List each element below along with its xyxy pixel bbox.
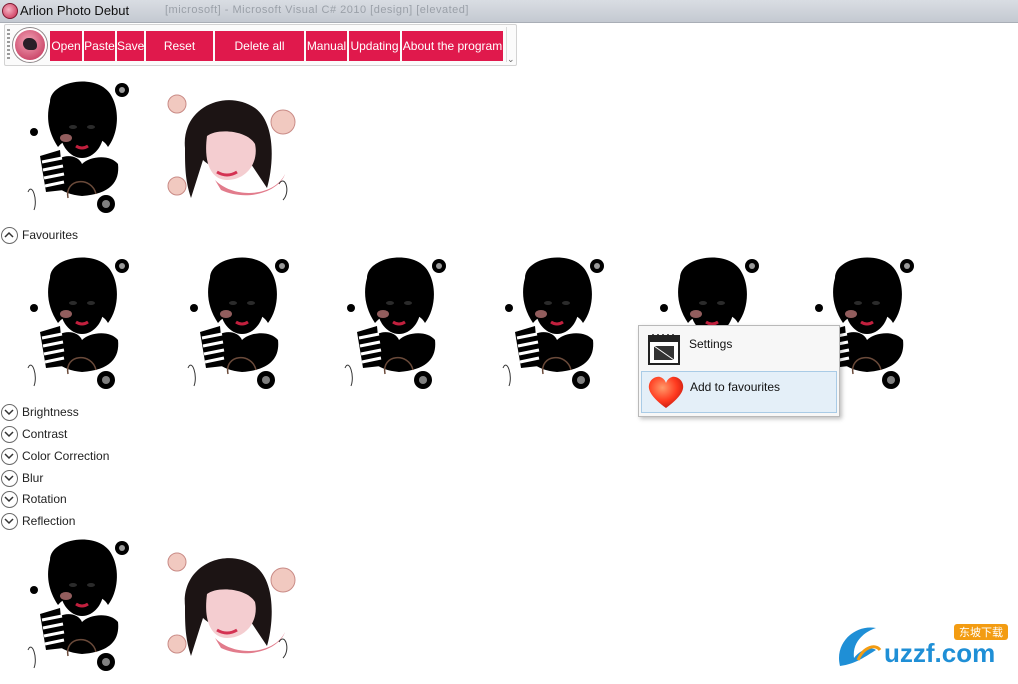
app-logo-icon: [13, 28, 47, 62]
toolbar-grip[interactable]: [7, 29, 10, 61]
section-favourites[interactable]: Favourites: [0, 226, 200, 246]
open-button[interactable]: Open: [50, 31, 82, 61]
chevron-down-icon[interactable]: [1, 470, 18, 487]
section-label: Contrast: [22, 427, 68, 441]
effect-thumbnail[interactable]: [20, 248, 148, 398]
section-label: Brightness: [22, 405, 79, 419]
section-label: Favourites: [22, 228, 79, 242]
toolbar: Open Paste Save Reset effects Delete all…: [4, 24, 517, 83]
app-icon: [2, 3, 18, 19]
chevron-down-icon[interactable]: [1, 491, 18, 508]
chevron-up-icon[interactable]: [1, 227, 18, 244]
effect-thumbnail[interactable]: [337, 248, 465, 398]
image-thumbnail[interactable]: [20, 72, 148, 222]
section-contrast[interactable]: Contrast: [0, 425, 200, 445]
section-label: Color Correction: [22, 449, 110, 463]
toolbar-overflow-chevron-icon[interactable]: [506, 27, 515, 65]
updating-button[interactable]: Updating: [349, 31, 400, 61]
manual-button[interactable]: Manual: [306, 31, 347, 61]
menu-item-label: Add to favourites: [690, 380, 781, 394]
chevron-down-icon[interactable]: [1, 404, 18, 421]
image-thumbnail[interactable]: [155, 546, 305, 666]
chevron-down-icon[interactable]: [1, 448, 18, 465]
section-color-correction[interactable]: Color Correction: [0, 447, 200, 467]
window-title-ghost: [microsoft] - Microsoft Visual C# 2010 […: [165, 4, 469, 16]
section-reflection[interactable]: Reflection: [0, 512, 200, 532]
effect-thumbnail[interactable]: [495, 248, 623, 398]
settings-icon: [646, 332, 682, 368]
menu-item-label: Settings: [689, 337, 733, 351]
chevron-down-icon[interactable]: [1, 513, 18, 530]
section-label: Reflection: [22, 514, 76, 528]
menu-item-settings[interactable]: Settings: [641, 329, 835, 369]
delete-all-images-button[interactable]: Delete all images: [215, 31, 304, 83]
image-thumbnail[interactable]: [20, 530, 148, 680]
window-title: Arlion Photo Debut: [20, 3, 130, 18]
chevron-down-icon[interactable]: [1, 426, 18, 443]
menu-item-add-to-favourites[interactable]: Add to favourites: [641, 371, 837, 413]
heart-icon: [647, 375, 684, 411]
watermark-brand: uzzf.com: [884, 638, 995, 668]
section-rotation[interactable]: Rotation: [0, 490, 200, 510]
effect-thumbnail[interactable]: [180, 248, 308, 398]
save-button[interactable]: Save: [117, 31, 144, 61]
section-label: Blur: [22, 471, 44, 485]
context-menu: Settings Add to favourites: [638, 325, 840, 417]
section-brightness[interactable]: Brightness: [0, 403, 200, 423]
section-label: Rotation: [22, 492, 67, 506]
reset-effects-button[interactable]: Reset effects: [146, 31, 213, 83]
image-thumbnail[interactable]: [155, 88, 305, 208]
about-program-button[interactable]: About the program: [402, 31, 503, 61]
title-bar: Arlion Photo Debut [microsoft] - Microso…: [0, 0, 1018, 23]
watermark-logo: 东坡下载 uzzf.com: [836, 620, 1011, 672]
paste-button[interactable]: Paste: [84, 31, 115, 61]
section-blur[interactable]: Blur: [0, 469, 200, 489]
